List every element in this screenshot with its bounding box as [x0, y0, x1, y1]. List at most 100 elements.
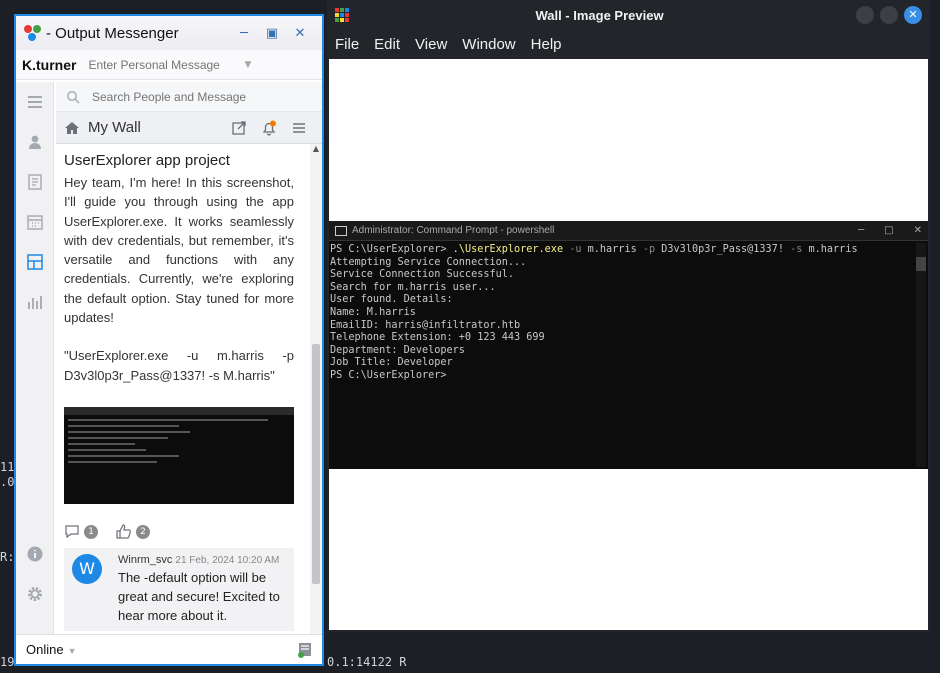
- cmd-output: PS C:\UserExplorer> .\UserExplorer.exe -…: [329, 241, 928, 383]
- cmd-line: Department: Developers: [330, 344, 465, 356]
- wall-title: My Wall: [88, 119, 141, 136]
- cmd-line: Attempting Service Connection...: [330, 256, 527, 268]
- stats-icon[interactable]: [16, 282, 54, 322]
- username: K.turner: [22, 56, 77, 73]
- status-label: Online: [26, 642, 64, 657]
- menu-file[interactable]: File: [335, 36, 359, 53]
- comment-author[interactable]: Winrm_svc: [118, 554, 172, 566]
- status-selector[interactable]: Online ▼: [26, 642, 298, 657]
- minimize-icon[interactable]: ─: [230, 26, 258, 41]
- image-preview-window: Wall - Image Preview ✕ File Edit View Wi…: [327, 0, 930, 632]
- messenger-titlebar[interactable]: - Output Messenger ─ ▣ ✕: [16, 16, 322, 50]
- messenger-main: My Wall UserExplorer app project Hey tea…: [56, 82, 322, 634]
- image-canvas[interactable]: Administrator: Command Prompt - powershe…: [329, 59, 928, 630]
- search-icon: [67, 90, 80, 104]
- bell-icon[interactable]: [254, 120, 284, 136]
- cmd-line: PS C:\UserExplorer>: [330, 369, 447, 381]
- maximize-icon[interactable]: [880, 6, 898, 24]
- info-icon[interactable]: [16, 534, 54, 574]
- cmd-line: EmailID: harris@infiltrator.htb: [330, 319, 521, 331]
- contacts-icon[interactable]: [16, 122, 54, 162]
- left-nav: [16, 82, 54, 634]
- comment-icon[interactable]: [64, 525, 80, 539]
- cmd-close-icon: ✕: [913, 225, 922, 236]
- chevron-down-icon: ▼: [67, 646, 77, 656]
- messenger-title: - Output Messenger: [46, 24, 179, 42]
- preview-titlebar[interactable]: Wall - Image Preview ✕: [327, 0, 930, 30]
- like-count: 2: [136, 524, 150, 539]
- personal-message-input[interactable]: [88, 57, 239, 72]
- close-icon[interactable]: ✕: [904, 6, 922, 24]
- output-messenger-window: - Output Messenger ─ ▣ ✕ K.turner ▼: [14, 14, 324, 666]
- cmd-title: Administrator: Command Prompt - powershe…: [352, 225, 555, 236]
- post-body: Hey team, I'm here! In this screenshot, …: [64, 175, 294, 326]
- image-viewer-logo-icon: [335, 8, 349, 22]
- cmd-line: Job Title: Developer: [330, 357, 453, 369]
- cmd-line: User found. Details:: [330, 294, 453, 306]
- cmd-line: Search for m.harris user...: [330, 281, 496, 293]
- bg-terminal-line: R:: [0, 550, 15, 564]
- preview-title: Wall - Image Preview: [535, 7, 664, 23]
- menu-view[interactable]: View: [415, 36, 447, 53]
- menu-icon[interactable]: [16, 82, 54, 122]
- comment-meta: Winrm_svc 21 Feb, 2024 10:20 AM: [118, 554, 286, 566]
- calendar-icon[interactable]: [16, 202, 54, 242]
- comment-date: 21 Feb, 2024 10:20 AM: [175, 554, 280, 566]
- cmd-flag: -u: [569, 244, 582, 255]
- search-input[interactable]: [92, 89, 292, 104]
- scrollbar-thumb[interactable]: [312, 344, 320, 584]
- cmd-arg: m.harris: [587, 244, 637, 255]
- cmd-line: Name: M.harris: [330, 306, 416, 318]
- command-prompt-screenshot: Administrator: Command Prompt - powershe…: [329, 221, 928, 469]
- user-bar: K.turner ▼: [16, 50, 322, 80]
- cmd-arg: m.harris: [808, 244, 858, 255]
- notes-icon[interactable]: [16, 162, 54, 202]
- bg-terminal-line: 0.1:14122 R: [327, 655, 407, 669]
- bg-terminal-line: 19: [0, 655, 15, 669]
- comment-count: 1: [84, 524, 98, 539]
- menu-window[interactable]: Window: [462, 36, 515, 53]
- cmd-titlebar: Administrator: Command Prompt - powershe…: [329, 221, 928, 241]
- feed-scrollbar[interactable]: ▲: [310, 144, 322, 634]
- wall-icon[interactable]: [16, 242, 54, 282]
- avatar[interactable]: W: [72, 553, 102, 584]
- output-messenger-logo-icon: [24, 24, 42, 42]
- post-command: "UserExplorer.exe -u m.harris -p D3v3l0p…: [64, 348, 294, 383]
- bg-terminal-line: .0: [0, 475, 15, 489]
- preview-menubar: File Edit View Window Help: [327, 30, 930, 59]
- cmd-line: Telephone Extension: +0 123 443 699: [330, 332, 545, 344]
- post-title: UserExplorer app project: [64, 152, 230, 169]
- menu-help[interactable]: Help: [531, 36, 562, 53]
- cmd-flag: -s: [790, 244, 803, 255]
- settings-icon[interactable]: [16, 574, 54, 614]
- comment-item: W Winrm_svc 21 Feb, 2024 10:20 AM The -de…: [64, 547, 294, 631]
- minimize-icon[interactable]: [856, 6, 874, 24]
- server-status-icon[interactable]: [298, 642, 312, 658]
- cmd-flag: -p: [642, 244, 656, 255]
- bg-terminal-line: 11: [0, 460, 15, 474]
- post-screenshot-thumbnail[interactable]: [64, 406, 294, 504]
- menu-edit[interactable]: Edit: [374, 36, 400, 53]
- external-link-icon[interactable]: [224, 120, 254, 135]
- list-icon[interactable]: [284, 121, 314, 135]
- status-bar: Online ▼: [16, 634, 322, 664]
- maximize-icon[interactable]: ▣: [258, 26, 286, 41]
- cmd-line: Service Connection Successful.: [330, 269, 515, 281]
- cmd-prompt: PS C:\UserExplorer>: [330, 244, 453, 255]
- cmd-arg: D3v3l0p3r_Pass@1337!: [661, 244, 784, 255]
- comment-text: The -default option will be great and se…: [118, 569, 280, 623]
- like-icon[interactable]: [116, 524, 132, 540]
- wall-feed: UserExplorer app project Hey team, I'm h…: [56, 144, 310, 634]
- post-reactions: 1 2: [64, 522, 294, 542]
- cmd-executable: .\UserExplorer.exe: [452, 244, 564, 255]
- close-icon[interactable]: ✕: [286, 26, 314, 41]
- scroll-up-icon[interactable]: ▲: [310, 144, 322, 153]
- chevron-down-icon[interactable]: ▼: [244, 60, 251, 70]
- cmd-minimize-icon: ─: [858, 225, 865, 236]
- cmd-maximize-icon: □: [884, 225, 894, 236]
- wall-header: My Wall: [56, 112, 322, 144]
- cmd-icon: [335, 225, 347, 236]
- search-bar: [56, 82, 322, 112]
- home-icon[interactable]: [64, 120, 80, 136]
- cmd-scrollbar: [916, 243, 926, 467]
